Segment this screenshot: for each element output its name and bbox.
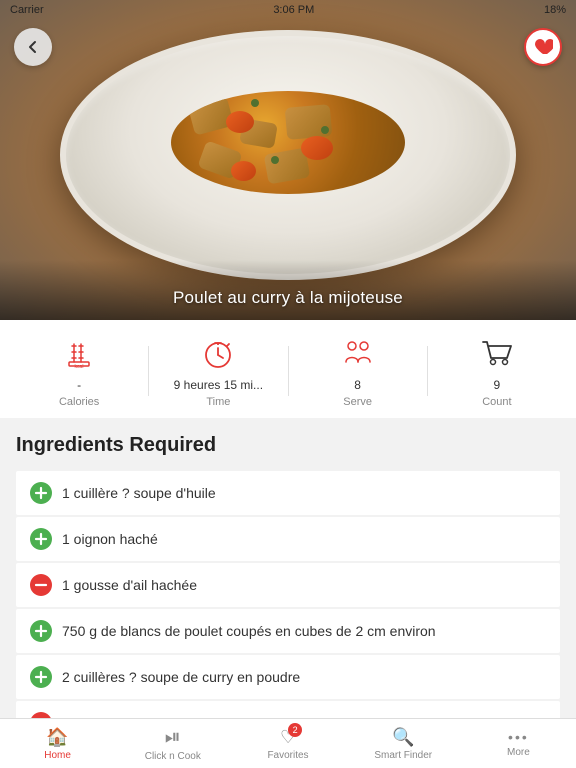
ingredient-item: 750 g de blancs de poulet coupés en cube… [16,609,560,653]
ingredients-title: Ingredients Required [16,434,560,457]
cart-icon [475,334,519,374]
ingredient-text: 1 cuillère ? soupe d'huile [62,485,216,501]
more-icon: ••• [508,729,529,745]
food-content [171,91,405,194]
clickncook-icon: ⏯ [165,726,181,749]
serve-value: 8 [354,378,361,392]
hero-overlay: Poulet au curry à la mijoteuse [0,260,576,320]
tab-home[interactable]: 🏠 Home [0,721,115,767]
ingredient-item: 2 cuillères ? soupe de curry en poudre [16,655,560,699]
tab-favorites-label: Favorites [267,750,308,761]
hero-image: Poulet au curry à la mijoteuse [0,0,576,320]
calories-icon: kcal [57,334,101,374]
count-value: 9 [494,378,501,392]
time-value: 9 heures 15 mi... [174,378,263,392]
ingredient-text: 1 oignon haché [62,531,158,547]
ingredient-item: 1 cuillère ? soupe d'huile [16,471,560,515]
tab-smartfinder-label: Smart Finder [374,750,432,761]
tab-clickncook-label: Click n Cook [145,751,201,762]
tab-bar: 🏠 Home ⏯ Click n Cook ♡ 2 Favorites 🔍 Sm… [0,718,576,768]
tab-home-label: Home [44,750,71,761]
ingredient-text: 750 g de blancs de poulet coupés en cube… [62,623,436,639]
calories-value: - [77,378,81,392]
serve-icon [336,334,380,374]
ingredients-list: 1 cuillère ? soupe d'huile 1 oignon haché… [16,471,560,726]
add-ingredient-icon[interactable] [30,666,52,688]
add-ingredient-icon[interactable] [30,620,52,642]
ingredient-item: 1 gousse d'ail hachée [16,563,560,607]
favorites-badge: 2 [288,723,302,737]
ingredient-text: 2 cuillères ? soupe de curry en poudre [62,669,300,685]
serve-label: Serve [343,396,372,408]
back-button[interactable] [14,28,52,66]
stats-row: kcal - Calories 9 heures 15 mi... Time [0,320,576,418]
stat-calories: kcal - Calories [10,334,148,408]
tab-favorites[interactable]: ♡ 2 Favorites [230,721,345,767]
calories-label: Calories [59,396,99,408]
stat-time: 9 heures 15 mi... Time [149,334,287,408]
battery-label: 18% [544,4,566,16]
ingredient-item: 1 oignon haché [16,517,560,561]
tab-clickncook[interactable]: ⏯ Click n Cook [115,720,230,768]
recipe-title: Poulet au curry à la mijoteuse [173,288,403,308]
ingredients-section: Ingredients Required 1 cuillère ? soupe … [0,418,576,726]
svg-text:kcal: kcal [75,364,84,370]
back-icon [26,40,40,54]
favorite-button[interactable] [524,28,562,66]
plate [60,30,516,280]
time-label: 3:06 PM [273,4,314,16]
tab-more[interactable]: ••• More [461,723,576,764]
time-icon [196,334,240,374]
carrier-label: Carrier [10,4,44,16]
stat-count: 9 Count [428,334,566,408]
heart-icon [533,38,553,56]
add-ingredient-icon[interactable] [30,482,52,504]
add-ingredient-icon[interactable] [30,528,52,550]
stat-serve: 8 Serve [289,334,427,408]
time-label: Time [206,396,230,408]
count-label: Count [482,396,511,408]
ingredient-text: 1 gousse d'ail hachée [62,577,197,593]
remove-ingredient-icon[interactable] [30,574,52,596]
tab-more-label: More [507,747,530,758]
status-bar: Carrier 3:06 PM 18% [0,0,576,20]
tab-smartfinder[interactable]: 🔍 Smart Finder [346,721,461,767]
smartfinder-icon: 🔍 [392,727,414,748]
home-icon: 🏠 [46,727,68,748]
